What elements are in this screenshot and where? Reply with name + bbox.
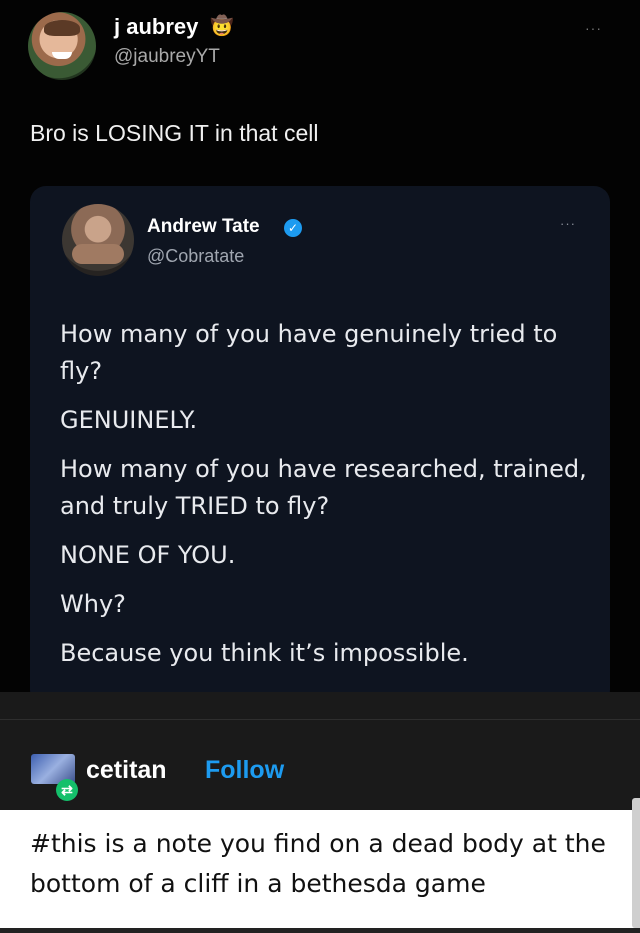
verified-badge-icon: ✓ bbox=[284, 219, 302, 237]
avatar-figure bbox=[72, 244, 124, 264]
quoted-line: How many of you have genuinely tried to … bbox=[60, 320, 558, 385]
quoted-line: NONE OF YOU. bbox=[60, 541, 236, 569]
bottom-divider bbox=[0, 928, 640, 933]
tweet-text: Bro is LOSING IT in that cell bbox=[30, 120, 319, 146]
quoted-line: Because you think it’s impossible. bbox=[60, 639, 469, 667]
quoted-display-name[interactable]: Andrew Tate bbox=[147, 216, 260, 238]
avatar-smile bbox=[52, 52, 72, 59]
avatar[interactable] bbox=[28, 12, 96, 80]
quoted-line: Why? bbox=[60, 590, 126, 618]
quoted-more-options-icon[interactable]: ··· bbox=[560, 216, 576, 231]
note-text: #this is a note you find on a dead body … bbox=[30, 829, 606, 898]
user-handle[interactable]: @jaubreyYT bbox=[114, 46, 220, 68]
quoted-tweet[interactable]: Andrew Tate ✓ @Cobratate ··· How many of… bbox=[30, 186, 610, 706]
more-options-icon[interactable]: ··· bbox=[585, 20, 602, 36]
reblog-icon: ⇄ bbox=[56, 779, 78, 801]
tumblr-note: #this is a note you find on a dead body … bbox=[0, 798, 640, 928]
cowboy-emoji-icon: 🤠 bbox=[210, 16, 234, 37]
tweet-card: j aubrey 🤠 @jaubreyYT ··· Bro is LOSING … bbox=[0, 0, 640, 706]
quoted-tweet-body: How many of you have genuinely tried to … bbox=[60, 316, 590, 684]
quoted-handle[interactable]: @Cobratate bbox=[147, 246, 244, 267]
quoted-line: GENUINELY. bbox=[60, 406, 198, 434]
divider bbox=[0, 719, 640, 720]
scrollbar[interactable] bbox=[632, 798, 640, 928]
display-name[interactable]: j aubrey bbox=[114, 14, 198, 40]
tumblr-username[interactable]: cetitan bbox=[86, 756, 167, 785]
quoted-line: How many of you have researched, trained… bbox=[60, 455, 587, 520]
follow-button[interactable]: Follow bbox=[205, 756, 284, 785]
quoted-avatar[interactable] bbox=[62, 204, 134, 276]
avatar-hair bbox=[44, 20, 80, 36]
tumblr-post-header bbox=[0, 692, 640, 810]
